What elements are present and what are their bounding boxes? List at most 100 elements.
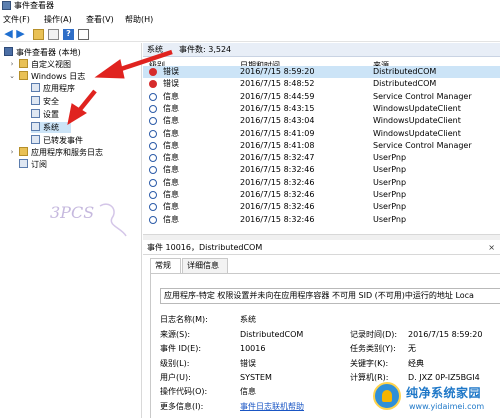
event-row[interactable]: 信息 2016/7/15 8:32:47 UserPnp (143, 152, 500, 164)
event-viewer-app-icon (2, 1, 11, 10)
subscription-icon (19, 159, 28, 168)
tree-item-security[interactable]: 安全 (31, 96, 59, 107)
tree-item-label: 设置 (43, 110, 59, 119)
folder-icon[interactable] (33, 29, 44, 40)
event-level: 信息 (163, 91, 179, 101)
tree-item-label: 自定义视图 (31, 60, 71, 69)
expand-icon[interactable]: › (8, 59, 16, 70)
event-source: Service Control Manager (373, 91, 472, 101)
back-arrow-icon[interactable]: ◀ (3, 28, 14, 40)
event-count: 事件数: 3,524 (179, 45, 232, 54)
tree-item-app-service-logs[interactable]: › 应用程序和服务日志 (10, 147, 103, 158)
log-icon (31, 96, 40, 105)
field-task-category-value: 无 (408, 344, 416, 353)
window-title: 事件查看器 (14, 1, 54, 10)
field-opcode-value: 信息 (240, 387, 256, 396)
tree-item-application[interactable]: 应用程序 (31, 83, 75, 94)
event-description[interactable]: 应用程序-特定 权限设置并未向在应用程序容器 不可用 SID (不可用)中运行的… (160, 288, 500, 304)
field-log-name-label: 日志名称(M): (160, 315, 208, 324)
tree-item-setup[interactable]: 设置 (31, 109, 59, 120)
help-icon[interactable]: ? (63, 29, 74, 40)
close-icon[interactable]: × (488, 242, 495, 253)
event-row[interactable]: 信息 2016/7/15 8:41:09 WindowsUpdateClient (143, 128, 500, 140)
event-row[interactable]: 信息 2016/7/15 8:32:46 UserPnp (143, 201, 500, 213)
event-row[interactable]: 信息 2016/7/15 8:32:46 UserPnp (143, 214, 500, 226)
field-task-category-label: 任务类别(Y): (350, 344, 396, 353)
event-viewer-window: 事件查看器 文件(F) 操作(A) 查看(V) 帮助(H) ◀ ▶ ? 事件查看… (0, 0, 500, 418)
event-datetime: 2016/7/15 8:43:04 (240, 116, 315, 126)
event-datetime: 2016/7/15 8:59:20 (240, 67, 315, 76)
event-datetime: 2016/7/15 8:32:46 (240, 177, 315, 187)
tree-item-label: 安全 (43, 97, 59, 106)
expand-icon[interactable]: › (8, 147, 16, 158)
event-datetime: 2016/7/15 8:44:59 (240, 91, 315, 101)
event-row[interactable]: 错误 2016/7/15 8:48:52 DistributedCOM (143, 78, 500, 90)
event-datetime: 2016/7/15 8:41:09 (240, 128, 315, 138)
menu-help[interactable]: 帮助(H) (125, 14, 153, 26)
tab-general[interactable]: 常规 (150, 258, 181, 274)
tree-item-label: 订阅 (31, 160, 47, 169)
field-level-value: 错误 (240, 359, 256, 368)
forward-arrow-icon[interactable]: ▶ (15, 28, 26, 40)
event-row[interactable]: 错误 2016/7/15 8:59:20 DistributedCOM (143, 66, 500, 78)
menu-bar: 文件(F) 操作(A) 查看(V) 帮助(H) (0, 13, 500, 27)
log-header: 系统 事件数: 3,524 (143, 43, 500, 57)
detail-header: 事件 10016，DistributedCOM × (143, 240, 500, 255)
field-user-label: 用户(U): (160, 373, 191, 382)
online-help-link[interactable]: 事件日志联机帮助 (240, 401, 304, 412)
event-source: UserPnp (373, 190, 407, 199)
tree-root[interactable]: 事件查看器 (本地) (4, 47, 81, 58)
menu-action[interactable]: 操作(A) (44, 14, 72, 26)
event-level: 信息 (163, 153, 179, 163)
tree-item-windows-logs[interactable]: ⌄ Windows 日志 (8, 71, 85, 82)
properties-icon[interactable] (78, 29, 89, 40)
tab-details[interactable]: 详细信息 (182, 258, 228, 273)
field-source-value: DistributedCOM (240, 330, 304, 339)
field-log-name-value: 系统 (240, 315, 256, 324)
info-icon (149, 191, 157, 199)
event-row[interactable]: 信息 2016/7/15 8:43:04 WindowsUpdateClient (143, 115, 500, 127)
info-icon (149, 166, 157, 175)
event-row[interactable]: 信息 2016/7/15 8:32:46 UserPnp (143, 164, 500, 176)
folder-icon (19, 59, 28, 68)
watermark-text: 3PCS (50, 203, 94, 222)
field-event-id-value: 10016 (240, 344, 266, 353)
event-row[interactable]: 信息 2016/7/15 8:32:46 UserPnp (143, 177, 500, 189)
event-source: UserPnp (373, 165, 407, 175)
event-row[interactable]: 信息 2016/7/15 8:43:15 WindowsUpdateClient (143, 103, 500, 115)
collapse-icon[interactable]: ⌄ (8, 71, 16, 82)
event-row[interactable]: 信息 2016/7/15 8:41:08 Service Control Manag… (143, 140, 500, 152)
watermark-logo: 3PCS (50, 203, 127, 237)
event-source: UserPnp (373, 214, 407, 224)
field-logged-value: 2016/7/15 8:59:20 (408, 330, 483, 339)
info-icon (149, 154, 157, 163)
info-icon (149, 92, 157, 101)
site-url: www.yidaimei.com (409, 402, 485, 411)
info-icon (149, 203, 157, 212)
log-icon (31, 135, 40, 144)
site-logo-icon (373, 382, 401, 410)
tree-item-custom-views[interactable]: › 自定义视图 (10, 59, 71, 70)
show-hide-tree-icon[interactable] (48, 29, 59, 40)
field-keywords-value: 经典 (408, 359, 424, 368)
event-row[interactable]: 信息 2016/7/15 8:44:59 Service Control Manag… (143, 91, 500, 103)
site-watermark: 纯净系统家园 www.yidaimei.com (373, 380, 500, 418)
menu-file[interactable]: 文件(F) (3, 14, 30, 26)
event-source: Service Control Manager (373, 140, 472, 150)
tree-item-system[interactable]: 系统 (31, 122, 71, 133)
event-source: UserPnp (373, 153, 407, 163)
tree-item-forwarded-events[interactable]: 已转发事件 (31, 135, 83, 146)
folder-icon (19, 71, 28, 80)
tree-item-label: 系统 (43, 123, 59, 132)
folder-icon (19, 147, 28, 156)
info-icon (149, 129, 157, 138)
menu-view[interactable]: 查看(V) (86, 14, 114, 26)
tree-item-label: 应用程序 (43, 84, 75, 93)
log-name: 系统 (147, 45, 163, 54)
event-row[interactable]: 信息 2016/7/15 8:32:46 UserPnp (143, 189, 500, 201)
tree-item-subscriptions[interactable]: 订阅 (10, 159, 47, 170)
event-datetime: 2016/7/15 8:32:46 (240, 165, 315, 175)
watermark-figure (99, 203, 127, 237)
event-level: 错误 (163, 67, 179, 76)
field-level-label: 级别(L): (160, 359, 190, 368)
